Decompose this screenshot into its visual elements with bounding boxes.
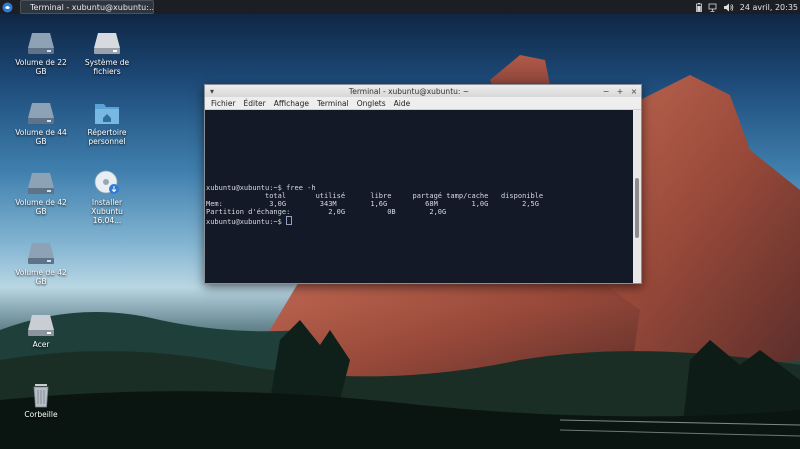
xubuntu-logo-icon — [2, 2, 12, 12]
desktop-icon-label: Volume de 42 GB — [15, 198, 67, 216]
minimize-icon[interactable]: − — [599, 87, 613, 96]
desktop-icon-trash[interactable]: Corbeille — [10, 382, 72, 419]
menu-affichage[interactable]: Affichage — [270, 99, 313, 108]
battery-icon[interactable] — [695, 2, 702, 12]
menu-terminal[interactable]: Terminal — [313, 99, 353, 108]
terminal-titlebar[interactable]: ▾ Terminal - xubuntu@xubuntu: ~ − + × — [205, 85, 641, 97]
drive-icon — [94, 33, 120, 54]
volume-icon[interactable] — [723, 3, 734, 12]
terminal-line: xubuntu@xubuntu:~$ free -h — [206, 184, 316, 192]
desktop-icon-label: Répertoire personnel — [87, 128, 127, 146]
desktop-icon-acer[interactable]: Acer — [10, 312, 72, 349]
menu-aide[interactable]: Aide — [390, 99, 415, 108]
desktop-icon-volume-42gb-b[interactable]: Volume de 42 GB — [10, 240, 72, 286]
terminal-title: Terminal - xubuntu@xubuntu: ~ — [348, 86, 470, 96]
drive-icon — [28, 315, 54, 336]
desktop-icon-label: Volume de 42 GB — [15, 268, 67, 286]
window-menu-icon[interactable]: ▾ — [205, 87, 219, 96]
maximize-icon[interactable]: + — [613, 87, 627, 96]
drive-icon — [28, 103, 54, 124]
terminal-line: Mem: 3,0G 343M 1,6G 68M 1,0G 2,5G — [206, 200, 539, 208]
terminal-prompt-line: xubuntu@xubuntu:~$ — [206, 216, 633, 226]
close-icon[interactable]: × — [627, 87, 641, 96]
desktop-icon-filesystem[interactable]: Système de fichiers — [76, 30, 138, 76]
desktop-icon-label: Système de fichiers — [84, 58, 130, 76]
desktop-icon-volume-22gb[interactable]: Volume de 22 GB — [10, 30, 72, 76]
terminal-cursor — [286, 216, 293, 225]
drive-icon — [28, 173, 54, 194]
desktop-icon-label: Corbeille — [24, 410, 58, 419]
terminal-line: Partition d'échange: 2,0G 0B 2,0G — [206, 208, 447, 216]
menu-fichier[interactable]: Fichier — [207, 99, 240, 108]
network-icon[interactable] — [708, 3, 717, 12]
menu-onglets[interactable]: Onglets — [353, 99, 390, 108]
terminal-window: ▾ Terminal - xubuntu@xubuntu: ~ − + × Fi… — [204, 84, 642, 284]
top-panel: Terminal - xubuntu@xubuntu:... 24 avril,… — [0, 0, 800, 14]
terminal-output[interactable]: xubuntu@xubuntu:~$ free -h total utilisé… — [205, 110, 633, 283]
taskbar-terminal-button[interactable]: Terminal - xubuntu@xubuntu:... — [20, 0, 154, 14]
scrollbar-thumb[interactable] — [635, 178, 639, 238]
drive-icon — [28, 243, 54, 264]
panel-clock[interactable]: 24 avril, 20:35 — [740, 3, 798, 12]
install-disc-icon — [94, 170, 119, 194]
menu-editer[interactable]: Éditer — [240, 99, 270, 108]
terminal-menubar: Fichier Éditer Affichage Terminal Onglet… — [205, 97, 641, 110]
taskbar-terminal-label: Terminal - xubuntu@xubuntu:... — [30, 2, 154, 12]
desktop-icon-label: Volume de 22 GB — [15, 58, 67, 76]
drive-icon — [28, 33, 54, 54]
terminal-scrollbar[interactable] — [633, 110, 641, 283]
desktop-icon-label: Installer Xubuntu 16.04... — [91, 198, 123, 225]
trash-icon — [33, 384, 49, 408]
desktop-icon-label: Volume de 44 GB — [15, 128, 67, 146]
desktop-icon-label: Acer — [32, 340, 50, 349]
desktop-icon-volume-42gb-a[interactable]: Volume de 42 GB — [10, 170, 72, 216]
whisker-menu-button[interactable] — [0, 0, 14, 14]
terminal-prompt: xubuntu@xubuntu:~$ — [206, 218, 287, 226]
system-tray: 24 avril, 20:35 — [695, 2, 800, 12]
desktop-icon-volume-44gb[interactable]: Volume de 44 GB — [10, 100, 72, 146]
desktop-icon-installer[interactable]: Installer Xubuntu 16.04... — [76, 170, 138, 225]
desktop-icon-home[interactable]: Répertoire personnel — [76, 100, 138, 146]
terminal-line: total utilisé libre partagé tamp/cache d… — [206, 192, 544, 200]
home-folder-icon — [95, 104, 119, 124]
